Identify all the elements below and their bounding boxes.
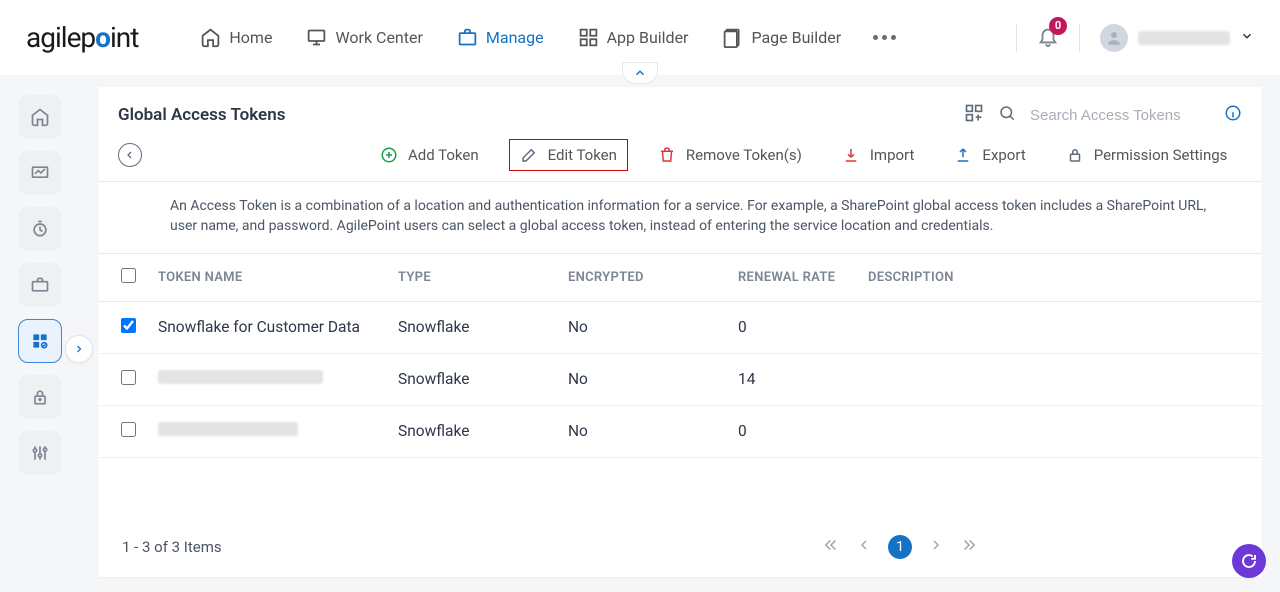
nav-manage[interactable]: Manage bbox=[455, 21, 546, 54]
col-description[interactable]: DESCRIPTION bbox=[858, 254, 1262, 302]
pager-page[interactable]: 1 bbox=[888, 535, 912, 559]
upload-icon bbox=[954, 146, 972, 164]
notifications-button[interactable]: 0 bbox=[1037, 25, 1059, 51]
nav-page-builder[interactable]: Page Builder bbox=[720, 21, 843, 54]
cell-description bbox=[858, 301, 1262, 353]
row-checkbox[interactable] bbox=[121, 370, 136, 385]
refresh-fab[interactable] bbox=[1232, 544, 1266, 578]
sidebar-expand[interactable] bbox=[65, 335, 93, 363]
collapse-handle[interactable] bbox=[622, 62, 658, 84]
page-icon bbox=[722, 27, 743, 48]
nav-more-icon[interactable] bbox=[873, 35, 896, 40]
export-button[interactable]: Export bbox=[944, 140, 1035, 170]
sidebar-analytics[interactable] bbox=[18, 151, 62, 195]
info-icon[interactable] bbox=[1224, 104, 1242, 126]
cell-type: Snowflake bbox=[388, 301, 558, 353]
select-all-checkbox[interactable] bbox=[121, 268, 136, 283]
page-description: An Access Token is a combination of a lo… bbox=[98, 182, 1262, 254]
remove-token-button[interactable]: Remove Token(s) bbox=[648, 140, 812, 170]
cell-name bbox=[158, 405, 388, 457]
separator bbox=[1016, 24, 1017, 52]
chevron-down-icon bbox=[1240, 28, 1254, 47]
cell-renewal: 14 bbox=[728, 353, 858, 405]
add-token-button[interactable]: Add Token bbox=[370, 140, 489, 170]
nav-app-builder[interactable]: App Builder bbox=[576, 21, 691, 54]
pager-prev[interactable] bbox=[856, 537, 872, 557]
pager-next[interactable] bbox=[928, 537, 944, 557]
view-grid-icon[interactable] bbox=[964, 103, 984, 127]
cell-description bbox=[858, 405, 1262, 457]
sidebar-apps[interactable] bbox=[18, 319, 62, 363]
sidebar-settings[interactable] bbox=[18, 431, 62, 475]
avatar-icon bbox=[1100, 24, 1128, 52]
import-button[interactable]: Import bbox=[832, 140, 925, 170]
monitor-icon bbox=[306, 27, 327, 48]
pencil-icon bbox=[520, 146, 538, 164]
download-icon bbox=[842, 146, 860, 164]
user-menu[interactable] bbox=[1100, 24, 1254, 52]
cell-encrypted: No bbox=[558, 301, 728, 353]
cell-type: Snowflake bbox=[388, 405, 558, 457]
cell-renewal: 0 bbox=[728, 301, 858, 353]
plus-circle-icon bbox=[380, 146, 398, 164]
page-title: Global Access Tokens bbox=[118, 105, 285, 125]
cell-description bbox=[858, 353, 1262, 405]
edit-token-button[interactable]: Edit Token bbox=[509, 139, 628, 171]
table-row[interactable]: SnowflakeNo14 bbox=[98, 353, 1262, 405]
grid-icon bbox=[578, 27, 599, 48]
row-checkbox[interactable] bbox=[121, 422, 136, 437]
search-input[interactable] bbox=[1030, 107, 1210, 124]
lock-icon bbox=[1066, 146, 1084, 164]
cell-type: Snowflake bbox=[388, 353, 558, 405]
nav-home[interactable]: Home bbox=[198, 21, 274, 54]
username-redacted bbox=[1138, 31, 1230, 45]
back-button[interactable] bbox=[118, 143, 142, 167]
notif-badge: 0 bbox=[1049, 17, 1067, 35]
cell-encrypted: No bbox=[558, 405, 728, 457]
cell-name bbox=[158, 353, 388, 405]
permission-settings-button[interactable]: Permission Settings bbox=[1056, 140, 1238, 170]
separator bbox=[1079, 24, 1080, 52]
pager-last[interactable] bbox=[960, 536, 978, 558]
nav-work-center[interactable]: Work Center bbox=[304, 21, 424, 54]
logo[interactable]: agilepoint bbox=[26, 21, 138, 54]
col-encrypted[interactable]: ENCRYPTED bbox=[558, 254, 728, 302]
trash-icon bbox=[658, 146, 676, 164]
pager-range: 1 - 3 of 3 Items bbox=[122, 538, 222, 556]
cell-name: Snowflake for Customer Data bbox=[158, 301, 388, 353]
sidebar-timer[interactable] bbox=[18, 207, 62, 251]
briefcase-icon bbox=[457, 27, 478, 48]
pager-first[interactable] bbox=[822, 536, 840, 558]
sidebar-briefcase[interactable] bbox=[18, 263, 62, 307]
col-type[interactable]: TYPE bbox=[388, 254, 558, 302]
col-renewal[interactable]: RENEWAL RATE bbox=[728, 254, 858, 302]
home-icon bbox=[200, 27, 221, 48]
search-icon[interactable] bbox=[998, 104, 1016, 126]
sidebar-home[interactable] bbox=[18, 95, 62, 139]
cell-encrypted: No bbox=[558, 353, 728, 405]
sidebar-security[interactable] bbox=[18, 375, 62, 419]
col-token-name[interactable]: TOKEN NAME bbox=[158, 254, 388, 302]
cell-renewal: 0 bbox=[728, 405, 858, 457]
table-row[interactable]: Snowflake for Customer DataSnowflakeNo0 bbox=[98, 301, 1262, 353]
row-checkbox[interactable] bbox=[121, 318, 136, 333]
table-row[interactable]: SnowflakeNo0 bbox=[98, 405, 1262, 457]
